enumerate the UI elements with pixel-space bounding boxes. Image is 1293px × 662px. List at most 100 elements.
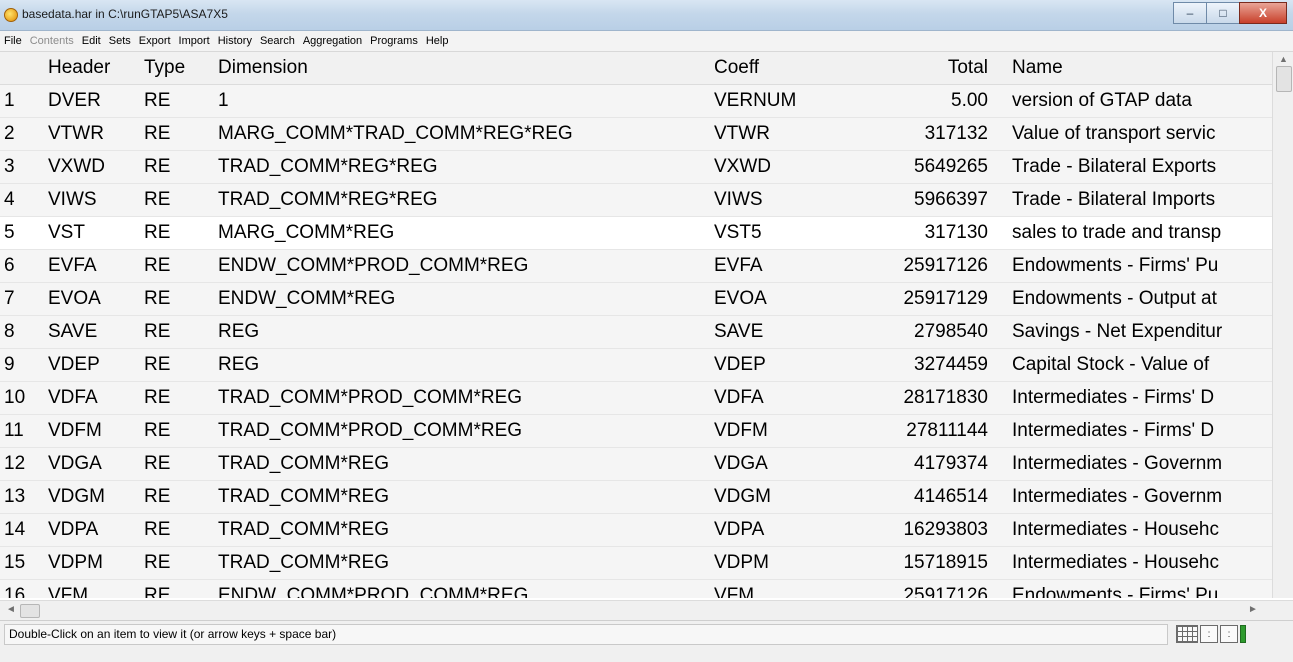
app-icon	[4, 8, 18, 22]
cell-header: VDPM	[44, 546, 144, 580]
column-options-icon[interactable]: :	[1220, 625, 1238, 643]
cell-header: VDFA	[44, 381, 144, 415]
menu-file[interactable]: File	[0, 35, 26, 47]
cell-dimension: TRAD_COMM*REG	[218, 480, 714, 514]
table-row[interactable]: 1 DVER RE 1 VERNUM 5.00 version of GTAP data	[0, 84, 1272, 118]
horizontal-scrollbar[interactable]: ◄ ►	[0, 600, 1293, 620]
cell-type: RE	[144, 348, 218, 382]
cell-dimension: TRAD_COMM*REG	[218, 546, 714, 580]
vertical-scroll-thumb[interactable]	[1276, 66, 1292, 92]
cell-row-number: 1	[0, 84, 44, 118]
column-header-row-number[interactable]	[0, 52, 44, 85]
maximize-button[interactable]: □	[1206, 2, 1240, 24]
table-row[interactable]: 10 VDFA RE TRAD_COMM*PROD_COMM*REG VDFA 28171…	[0, 381, 1272, 415]
cell-total: 4179374	[852, 447, 1004, 481]
cell-row-number: 6	[0, 249, 44, 283]
cell-row-number: 14	[0, 513, 44, 547]
cell-header: DVER	[44, 84, 144, 118]
menu-programs[interactable]: Programs	[366, 35, 422, 47]
horizontal-scroll-thumb[interactable]	[20, 604, 40, 618]
column-view-icon[interactable]: :	[1200, 625, 1218, 643]
cell-type: RE	[144, 117, 218, 151]
menu-contents[interactable]: Contents	[26, 35, 78, 47]
cell-coeff: VDGM	[714, 480, 852, 514]
cell-row-number: 9	[0, 348, 44, 382]
close-button[interactable]: X	[1239, 2, 1287, 24]
cell-header: VDEP	[44, 348, 144, 382]
table-row[interactable]: 9 VDEP RE REG VDEP 3274459 Capital Stock - Val…	[0, 348, 1272, 382]
title-bar: basedata.har in C:\runGTAP5\ASA7X5 – □ X	[0, 0, 1293, 31]
column-header-header[interactable]: Header	[44, 52, 144, 85]
menu-search[interactable]: Search	[256, 35, 299, 47]
cell-coeff: VST5	[714, 216, 852, 250]
table-row[interactable]: 14 VDPA RE TRAD_COMM*REG VDPA 16293803 Interme…	[0, 513, 1272, 547]
cell-dimension: TRAD_COMM*REG*REG	[218, 150, 714, 184]
menu-import[interactable]: Import	[175, 35, 214, 47]
cell-dimension: TRAD_COMM*PROD_COMM*REG	[218, 381, 714, 415]
scroll-up-icon[interactable]: ▲	[1279, 54, 1288, 64]
cell-coeff: EVFA	[714, 249, 852, 283]
window-title: basedata.har in C:\runGTAP5\ASA7X5	[22, 7, 228, 21]
column-header-coeff[interactable]: Coeff	[714, 52, 852, 85]
column-header-total[interactable]: Total	[852, 52, 1004, 85]
table-row[interactable]: 5 VST RE MARG_COMM*REG VST5 317130 sales to tr…	[0, 216, 1272, 250]
cell-total: 3274459	[852, 348, 1004, 382]
cell-row-number: 3	[0, 150, 44, 184]
cell-name: sales to trade and transp	[1004, 216, 1272, 250]
table-row[interactable]: 15 VDPM RE TRAD_COMM*REG VDPM 15718915 Interme…	[0, 546, 1272, 580]
column-header-name[interactable]: Name	[1004, 52, 1272, 85]
minimize-button[interactable]: –	[1173, 2, 1207, 24]
cell-type: RE	[144, 150, 218, 184]
cell-type: RE	[144, 282, 218, 316]
cell-header: VDFM	[44, 414, 144, 448]
cell-name: Intermediates - Firms' D	[1004, 381, 1272, 415]
cell-coeff: VDPA	[714, 513, 852, 547]
grid-view-icon[interactable]	[1176, 625, 1198, 643]
cell-header: VDGA	[44, 447, 144, 481]
cell-row-number: 16	[0, 579, 44, 598]
status-bar: Double-Click on an item to view it (or a…	[0, 620, 1293, 662]
cell-dimension: 1	[218, 84, 714, 118]
cell-type: RE	[144, 183, 218, 217]
menu-help[interactable]: Help	[422, 35, 453, 47]
table-row[interactable]: 2 VTWR RE MARG_COMM*TRAD_COMM*REG*REG VTWR 31…	[0, 117, 1272, 151]
status-icons: : :	[1176, 625, 1248, 643]
cell-header: VDPA	[44, 513, 144, 547]
menu-aggregation[interactable]: Aggregation	[299, 35, 366, 47]
table-row[interactable]: 11 VDFM RE TRAD_COMM*PROD_COMM*REG VDFM 27811…	[0, 414, 1272, 448]
cell-coeff: VTWR	[714, 117, 852, 151]
table-row[interactable]: 12 VDGA RE TRAD_COMM*REG VDGA 4179374 Intermed…	[0, 447, 1272, 481]
table-row[interactable]: 3 VXWD RE TRAD_COMM*REG*REG VXWD 5649265 Trade…	[0, 150, 1272, 184]
vertical-scrollbar[interactable]: ▲	[1272, 52, 1293, 598]
cell-type: RE	[144, 480, 218, 514]
cell-total: 25917126	[852, 249, 1004, 283]
scroll-right-icon[interactable]: ►	[1248, 604, 1258, 615]
cell-total: 5649265	[852, 150, 1004, 184]
table-row[interactable]: 16 VFM RE ENDW_COMM*PROD_COMM*REG VFM 2591712…	[0, 579, 1272, 598]
cell-total: 317130	[852, 216, 1004, 250]
cell-dimension: ENDW_COMM*REG	[218, 282, 714, 316]
table-row[interactable]: 7 EVOA RE ENDW_COMM*REG EVOA 25917129 Endowmen…	[0, 282, 1272, 316]
cell-row-number: 12	[0, 447, 44, 481]
column-header-dimension[interactable]: Dimension	[218, 52, 714, 85]
cell-header: EVFA	[44, 249, 144, 283]
scroll-left-icon[interactable]: ◄	[6, 604, 16, 615]
cell-type: RE	[144, 381, 218, 415]
cell-dimension: TRAD_COMM*REG	[218, 513, 714, 547]
cell-total: 16293803	[852, 513, 1004, 547]
cell-header: VIWS	[44, 183, 144, 217]
table-row[interactable]: 4 VIWS RE TRAD_COMM*REG*REG VIWS 5966397 Trade…	[0, 183, 1272, 217]
menu-edit[interactable]: Edit	[78, 35, 105, 47]
table-row[interactable]: 8 SAVE RE REG SAVE 2798540 Savings - Net Expen…	[0, 315, 1272, 349]
cell-total: 2798540	[852, 315, 1004, 349]
cell-dimension: REG	[218, 348, 714, 382]
table-row[interactable]: 6 EVFA RE ENDW_COMM*PROD_COMM*REG EVFA 259171…	[0, 249, 1272, 283]
table-row[interactable]: 13 VDGM RE TRAD_COMM*REG VDGM 4146514 Intermed…	[0, 480, 1272, 514]
cell-dimension: TRAD_COMM*REG*REG	[218, 183, 714, 217]
menu-bar: File Contents Edit Sets Export Import History S…	[0, 31, 1293, 52]
cell-name: Endowments - Firms' Pu	[1004, 249, 1272, 283]
menu-sets[interactable]: Sets	[105, 35, 135, 47]
column-header-type[interactable]: Type	[144, 52, 218, 85]
menu-export[interactable]: Export	[135, 35, 175, 47]
menu-history[interactable]: History	[214, 35, 256, 47]
